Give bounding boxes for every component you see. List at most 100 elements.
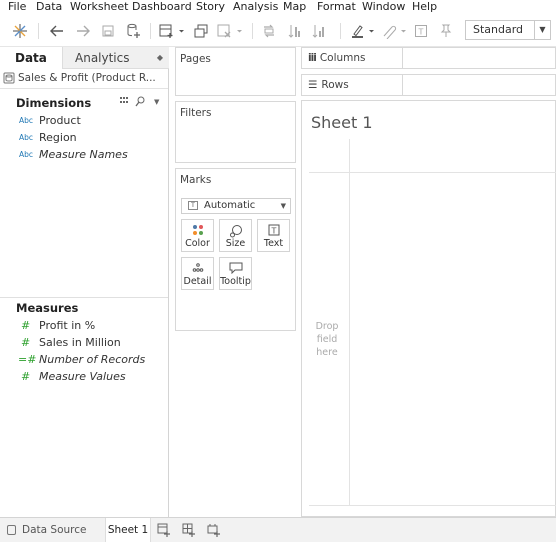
menu-window[interactable]: Window	[362, 0, 405, 14]
rows-icon: ☰	[308, 79, 318, 91]
menu-file[interactable]: File	[8, 0, 26, 14]
columns-title: Columns	[319, 52, 366, 64]
string-type-icon: Abc	[19, 133, 34, 142]
rows-title: Rows	[321, 79, 349, 91]
measures-title: Measures	[16, 301, 79, 315]
string-type-icon: Abc	[19, 150, 34, 159]
fit-select[interactable]: Standard ▼	[465, 20, 551, 40]
pin-icon[interactable]	[436, 21, 454, 41]
color-icon	[182, 224, 213, 238]
size-button[interactable]: Size	[219, 219, 252, 252]
detail-button[interactable]: Detail	[181, 257, 214, 290]
toolbar: T Standard ▼	[0, 15, 556, 47]
sort-ascending-icon[interactable]	[286, 21, 304, 41]
text-mark-icon: T	[188, 201, 198, 210]
dimensions-title: Dimensions	[16, 96, 92, 110]
tab-analytics[interactable]: Analytics ◆	[62, 47, 169, 69]
tab-data[interactable]: Data	[0, 47, 62, 69]
label-icon[interactable]: T	[412, 21, 430, 41]
tableau-logo-icon[interactable]	[10, 21, 30, 41]
toolbar-separator	[150, 23, 151, 39]
menu-map[interactable]: Map	[283, 0, 306, 14]
tooltip-label: Tooltip	[220, 276, 251, 287]
svg-text:T: T	[418, 28, 424, 37]
rows-shelf: ☰ Rows	[301, 74, 556, 96]
data-source-tab[interactable]: Data Source	[0, 518, 100, 542]
rows-label: ☰ Rows	[308, 75, 349, 96]
save-icon[interactable]	[100, 21, 116, 41]
divider	[309, 172, 556, 173]
field-name: Product	[39, 114, 81, 127]
drop-field-hint[interactable]: Drop field here	[312, 320, 342, 359]
measure-field[interactable]: # Profit in %	[0, 317, 168, 334]
toolbar-separator	[252, 23, 253, 39]
search-icon[interactable]	[135, 96, 145, 110]
mark-type-select[interactable]: T Automatic ▼	[181, 198, 291, 214]
measure-field[interactable]: # Sales in Million	[0, 334, 168, 351]
undo-icon[interactable]	[48, 21, 66, 41]
measure-field[interactable]: =# Number of Records	[0, 351, 168, 368]
duplicate-icon[interactable]	[192, 21, 210, 41]
filters-shelf[interactable]: Filters	[175, 101, 296, 163]
new-dashboard-icon[interactable]	[182, 523, 196, 537]
group-icon[interactable]	[380, 21, 408, 41]
detail-icon	[182, 262, 213, 276]
detail-label: Detail	[183, 276, 212, 287]
data-source-icon	[3, 72, 15, 84]
new-worksheet-icon[interactable]	[157, 523, 171, 537]
color-button[interactable]: Color	[181, 219, 214, 252]
measure-field[interactable]: # Measure Values	[0, 368, 168, 385]
rows-drop-area[interactable]	[402, 75, 556, 95]
view-toggle-icon[interactable]	[120, 96, 130, 109]
sheet-title[interactable]: Sheet 1	[311, 113, 373, 132]
svg-text:T: T	[270, 227, 276, 236]
dimension-field[interactable]: Abc Measure Names	[0, 146, 168, 163]
columns-drop-area[interactable]	[402, 48, 556, 68]
sheet-tab-bar: Data Source Sheet 1	[0, 517, 556, 542]
swap-icon[interactable]	[260, 21, 278, 41]
columns-icon: iii	[308, 52, 317, 64]
menu-format[interactable]: Format	[317, 0, 356, 14]
number-type-icon: #	[21, 370, 31, 383]
data-source-name: Sales & Profit (Product R...	[18, 72, 156, 84]
pane-divider[interactable]	[0, 297, 168, 298]
dimension-field[interactable]: Abc Product	[0, 112, 168, 129]
new-data-source-icon[interactable]	[124, 21, 142, 41]
chevron-down-icon[interactable]: ▼	[154, 98, 159, 106]
menu-data[interactable]: Data	[36, 0, 62, 14]
color-label: Color	[185, 238, 210, 249]
toolbar-separator	[38, 23, 39, 39]
menu-dashboard[interactable]: Dashboard	[132, 0, 192, 14]
sort-descending-icon[interactable]	[310, 21, 328, 41]
pages-shelf[interactable]: Pages	[175, 47, 296, 96]
tooltip-button[interactable]: Tooltip	[219, 257, 252, 290]
menu-analysis[interactable]: Analysis	[233, 0, 278, 14]
new-story-icon[interactable]	[207, 523, 221, 537]
number-type-icon: #	[21, 336, 31, 349]
highlight-icon[interactable]	[350, 21, 376, 41]
dimension-field[interactable]: Abc Region	[0, 129, 168, 146]
pages-title: Pages	[180, 53, 211, 65]
menu-help[interactable]: Help	[412, 0, 437, 14]
filters-title: Filters	[180, 107, 212, 119]
field-name: Sales in Million	[39, 336, 121, 349]
worksheet-view[interactable]: Sheet 1 Drop field here	[301, 100, 556, 517]
clear-icon[interactable]	[216, 21, 244, 41]
data-source-item[interactable]: Sales & Profit (Product R...	[0, 69, 168, 89]
text-button[interactable]: T Text	[257, 219, 290, 252]
data-source-icon	[7, 525, 16, 535]
menu-worksheet[interactable]: Worksheet	[70, 0, 128, 14]
calculated-number-type-icon: =#	[18, 353, 37, 366]
redo-icon[interactable]	[74, 21, 92, 41]
toolbar-separator	[340, 23, 341, 39]
pane-menu-icon[interactable]: ◆	[157, 47, 163, 69]
tooltip-icon	[220, 262, 251, 276]
fit-select-value: Standard	[473, 23, 524, 36]
size-label: Size	[225, 238, 246, 249]
data-source-tab-label: Data Source	[22, 524, 87, 536]
menu-bar: File Data Worksheet Dashboard Story Anal…	[0, 0, 556, 15]
new-worksheet-icon[interactable]	[158, 21, 186, 41]
text-icon: T	[258, 224, 289, 238]
sheet-tab[interactable]: Sheet 1	[105, 518, 151, 542]
menu-story[interactable]: Story	[196, 0, 225, 14]
